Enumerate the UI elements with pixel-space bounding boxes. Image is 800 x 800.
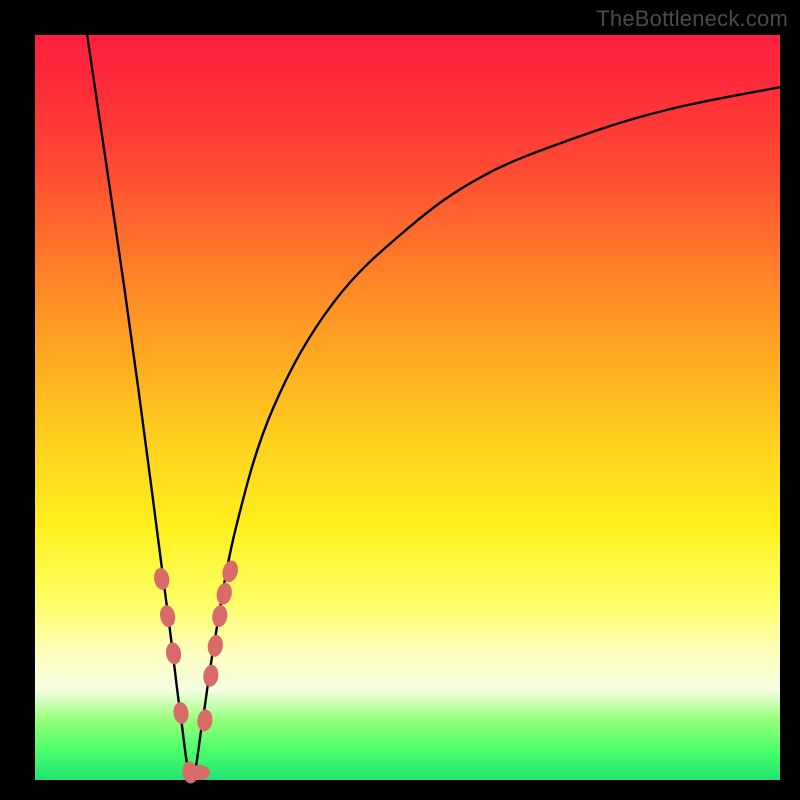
marker-bead: [164, 641, 182, 665]
marker-bead: [172, 701, 190, 725]
bottleneck-curve-svg: [35, 35, 780, 780]
marker-bead: [215, 581, 234, 606]
marker-bead: [220, 559, 240, 584]
marker-bead: [158, 604, 176, 628]
marker-bead: [188, 765, 210, 780]
chart-frame: TheBottleneck.com: [0, 0, 800, 800]
marker-bead: [202, 664, 220, 688]
marker-bead: [196, 709, 213, 733]
marker-bead: [211, 604, 229, 628]
plot-area: [35, 35, 780, 780]
marker-bead: [206, 634, 224, 658]
marker-bead: [153, 567, 171, 591]
watermark-text: TheBottleneck.com: [596, 6, 788, 32]
bottleneck-curve: [87, 35, 780, 780]
